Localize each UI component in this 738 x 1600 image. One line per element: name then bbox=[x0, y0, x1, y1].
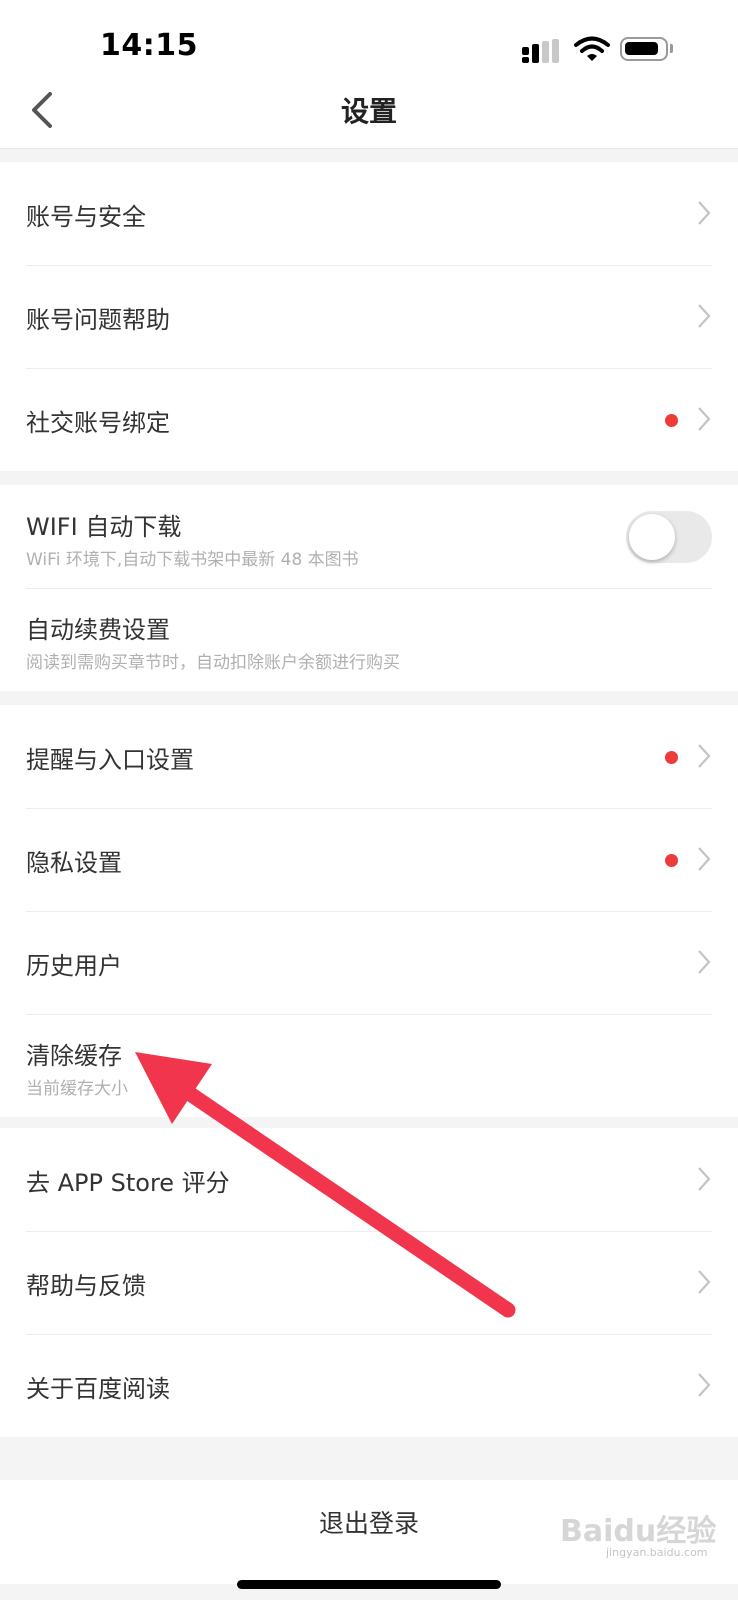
clear-cache-row[interactable]: 清除缓存 当前缓存大小 M bbox=[0, 1014, 738, 1117]
notification-dot bbox=[665, 751, 678, 764]
account-group: 账号与安全 账号问题帮助 社交账号绑定 bbox=[0, 162, 738, 471]
reminder-entry-row[interactable]: 提醒与入口设置 bbox=[0, 705, 738, 808]
wifi-download-row: WIFI 自动下载 WiFi 环境下,自动下载书架中最新 48 本图书 bbox=[0, 485, 738, 588]
account-help-row[interactable]: 账号问题帮助 bbox=[0, 265, 738, 368]
chevron-right-icon bbox=[698, 744, 711, 768]
status-time: 14:15 bbox=[100, 28, 198, 63]
battery-icon bbox=[620, 37, 668, 61]
row-subtitle: WiFi 环境下,自动下载书架中最新 48 本图书 bbox=[26, 550, 359, 570]
cellular-signal-icon bbox=[522, 39, 562, 63]
cache-size-prefix: 当前缓存大小 bbox=[26, 1079, 128, 1099]
account-security-row[interactable]: 账号与安全 bbox=[0, 162, 738, 265]
status-bar: 14:15 bbox=[0, 0, 738, 90]
chevron-right-icon bbox=[698, 1270, 711, 1294]
download-group: WIFI 自动下载 WiFi 环境下,自动下载书架中最新 48 本图书 自动续费… bbox=[0, 485, 738, 691]
about-group: 去 APP Store 评分 帮助与反馈 关于百度阅读 bbox=[0, 1128, 738, 1437]
chevron-right-icon bbox=[698, 950, 711, 974]
chevron-right-icon bbox=[698, 304, 711, 328]
notification-dot bbox=[665, 854, 678, 867]
row-label: 账号与安全 bbox=[26, 203, 146, 231]
chevron-right-icon bbox=[698, 201, 711, 225]
general-group: 提醒与入口设置 隐私设置 历史用户 清除缓存 当前缓存大小 M bbox=[0, 705, 738, 1117]
privacy-row[interactable]: 隐私设置 bbox=[0, 808, 738, 911]
row-label: 自动续费设置 bbox=[26, 616, 170, 644]
row-label: 去 APP Store 评分 bbox=[26, 1169, 230, 1197]
row-label: 社交账号绑定 bbox=[26, 409, 170, 437]
row-label: 历史用户 bbox=[26, 952, 122, 980]
chevron-right-icon bbox=[698, 1373, 711, 1397]
wifi-download-toggle[interactable] bbox=[626, 511, 712, 563]
chevron-right-icon bbox=[698, 407, 711, 431]
cache-size-unit: M bbox=[176, 1079, 191, 1099]
row-label: 隐私设置 bbox=[26, 849, 122, 877]
app-store-rating-row[interactable]: 去 APP Store 评分 bbox=[0, 1128, 738, 1231]
row-label: 账号问题帮助 bbox=[26, 306, 170, 334]
home-indicator bbox=[237, 1580, 501, 1589]
row-label: 提醒与入口设置 bbox=[26, 746, 194, 774]
toggle-knob bbox=[629, 514, 675, 560]
row-label: 关于百度阅读 bbox=[26, 1375, 170, 1403]
baidu-watermark: Baidu经验 bbox=[560, 1514, 717, 1549]
row-label: WIFI 自动下载 bbox=[26, 513, 182, 541]
nav-bar: 设置 bbox=[0, 80, 738, 149]
notification-dot bbox=[665, 414, 678, 427]
row-label: 帮助与反馈 bbox=[26, 1272, 146, 1300]
history-users-row[interactable]: 历史用户 bbox=[0, 911, 738, 1014]
help-feedback-row[interactable]: 帮助与反馈 bbox=[0, 1231, 738, 1334]
watermark-url: jingyan.baidu.com bbox=[606, 1546, 708, 1559]
auto-renew-row[interactable]: 自动续费设置 阅读到需购买章节时，自动扣除账户余额进行购买 bbox=[0, 588, 738, 691]
chevron-right-icon bbox=[698, 847, 711, 871]
row-label: 清除缓存 bbox=[26, 1042, 122, 1070]
social-binding-row[interactable]: 社交账号绑定 bbox=[0, 368, 738, 471]
row-subtitle: 阅读到需购买章节时，自动扣除账户余额进行购买 bbox=[26, 653, 400, 673]
page-title: 设置 bbox=[340, 95, 397, 128]
battery-tip bbox=[670, 44, 673, 53]
wifi-icon bbox=[574, 36, 610, 61]
chevron-right-icon bbox=[698, 1167, 711, 1191]
about-row[interactable]: 关于百度阅读 bbox=[0, 1334, 738, 1437]
cache-size-text: 当前缓存大小 M bbox=[26, 1074, 191, 1099]
